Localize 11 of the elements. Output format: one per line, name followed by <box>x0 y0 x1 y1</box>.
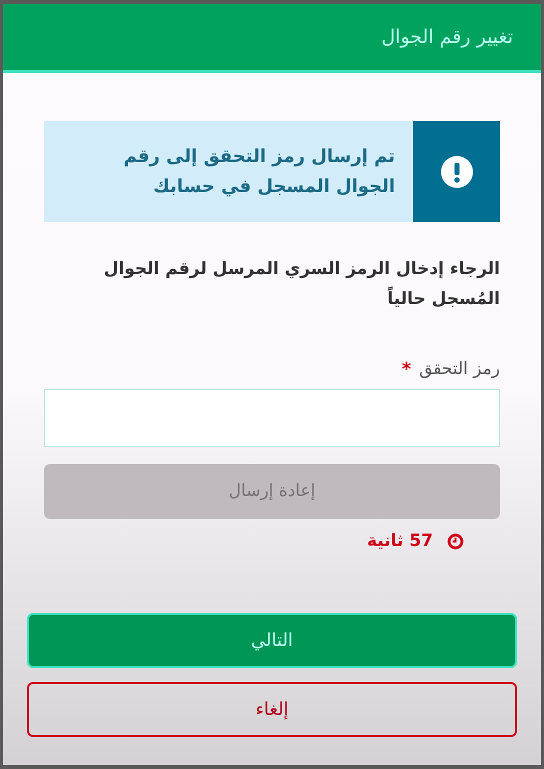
timer-text: 57 ثانية <box>367 530 433 553</box>
code-input-field[interactable] <box>44 389 500 447</box>
alert-message: تم إرسال رمز التحقق إلى رقم الجوال المسجل في حسابك <box>122 144 396 198</box>
required-mark: * <box>402 358 412 382</box>
field-label: رمز التحقق <box>419 358 500 381</box>
dialog-title: تغيير رقم الجوال <box>381 24 513 50</box>
instruction-text: الرجاء إدخال الرمز السري المرسل لرقم الجوال المُسجل حالياً <box>102 258 500 311</box>
clock-icon <box>447 533 464 550</box>
cancel-button[interactable]: إلغاء <box>27 682 517 737</box>
exclamation-icon <box>440 154 474 188</box>
next-button[interactable]: التالي <box>27 613 517 668</box>
